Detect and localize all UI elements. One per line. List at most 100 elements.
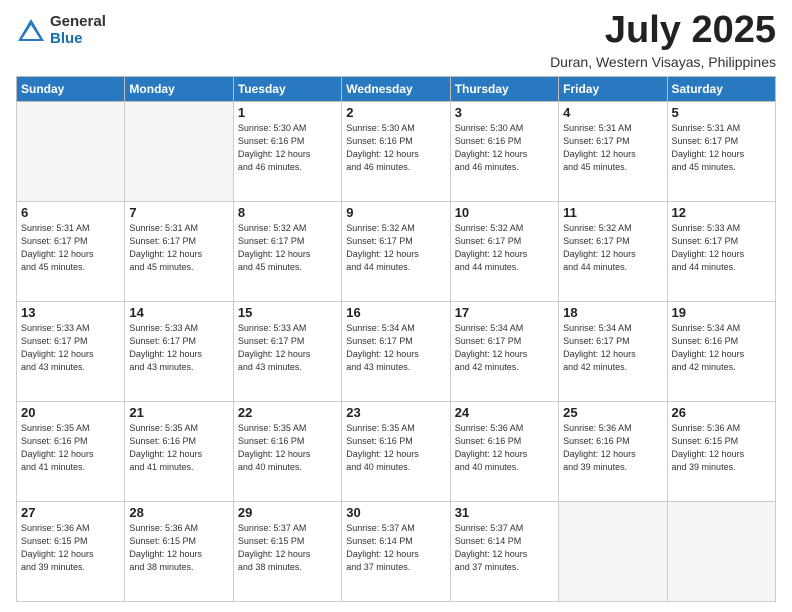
table-row: 16Sunrise: 5:34 AM Sunset: 6:17 PM Dayli… bbox=[342, 301, 450, 401]
day-info: Sunrise: 5:34 AM Sunset: 6:17 PM Dayligh… bbox=[346, 322, 445, 374]
day-number: 1 bbox=[238, 105, 337, 120]
day-info: Sunrise: 5:31 AM Sunset: 6:17 PM Dayligh… bbox=[563, 122, 662, 174]
day-number: 13 bbox=[21, 305, 120, 320]
table-row: 26 Sunrise: 5:36 AM Sunset: 6:15 PM Dayli… bbox=[667, 401, 775, 501]
table-row: 7 Sunrise: 5:31 AM Sunset: 6:17 PM Daylig… bbox=[125, 201, 233, 301]
day-number: 5 bbox=[672, 105, 771, 120]
col-wednesday: Wednesday bbox=[342, 76, 450, 101]
day-number: 3 bbox=[455, 105, 554, 120]
day-number: 15 bbox=[238, 305, 337, 320]
day-info: Sunrise: 5:36 AM Sunset: 6:16 PM Dayligh… bbox=[563, 422, 662, 474]
day-number: 7 bbox=[129, 205, 228, 220]
day-number: 14 bbox=[129, 305, 228, 320]
day-number: 10 bbox=[455, 205, 554, 220]
title-location: Duran, Western Visayas, Philippines bbox=[550, 54, 776, 70]
day-number: 27 bbox=[21, 505, 120, 520]
table-row: 17 Sunrise: 5:34 AM Sunset: 6:17 PM Dayli… bbox=[450, 301, 558, 401]
day-number: 17 bbox=[455, 305, 554, 320]
day-info: Sunrise: 5:31 AM Sunset: 6:17 PM Dayligh… bbox=[672, 122, 771, 174]
table-row: 24 Sunrise: 5:36 AM Sunset: 6:16 PM Dayli… bbox=[450, 401, 558, 501]
table-row bbox=[17, 101, 125, 201]
day-info: Sunrise: 5:30 AM Sunset: 6:16 PM Dayligh… bbox=[455, 122, 554, 174]
logo-icon bbox=[16, 17, 46, 45]
day-number: 26 bbox=[672, 405, 771, 420]
calendar-week-row: 13 Sunrise: 5:33 AM Sunset: 6:17 PM Dayli… bbox=[17, 301, 776, 401]
day-info: Sunrise: 5:31 AM Sunset: 6:17 PM Dayligh… bbox=[21, 222, 120, 274]
table-row: 8Sunrise: 5:32 AM Sunset: 6:17 PM Daylig… bbox=[233, 201, 341, 301]
table-row: 27 Sunrise: 5:36 AM Sunset: 6:15 PM Dayli… bbox=[17, 501, 125, 601]
table-row: 22Sunrise: 5:35 AM Sunset: 6:16 PM Dayli… bbox=[233, 401, 341, 501]
day-info: Sunrise: 5:36 AM Sunset: 6:15 PM Dayligh… bbox=[21, 522, 120, 574]
table-row: 25 Sunrise: 5:36 AM Sunset: 6:16 PM Dayli… bbox=[559, 401, 667, 501]
logo: General Blue bbox=[16, 14, 106, 47]
day-info: Sunrise: 5:30 AM Sunset: 6:16 PM Dayligh… bbox=[346, 122, 445, 174]
day-info: Sunrise: 5:32 AM Sunset: 6:17 PM Dayligh… bbox=[238, 222, 337, 274]
day-info: Sunrise: 5:32 AM Sunset: 6:17 PM Dayligh… bbox=[563, 222, 662, 274]
day-number: 21 bbox=[129, 405, 228, 420]
day-info: Sunrise: 5:30 AM Sunset: 6:16 PM Dayligh… bbox=[238, 122, 337, 174]
day-number: 19 bbox=[672, 305, 771, 320]
logo-blue-text: Blue bbox=[50, 31, 106, 48]
day-info: Sunrise: 5:36 AM Sunset: 6:16 PM Dayligh… bbox=[455, 422, 554, 474]
day-info: Sunrise: 5:34 AM Sunset: 6:16 PM Dayligh… bbox=[672, 322, 771, 374]
table-row: 30 Sunrise: 5:37 AM Sunset: 6:14 PM Dayli… bbox=[342, 501, 450, 601]
table-row: 3 Sunrise: 5:30 AM Sunset: 6:16 PM Daylig… bbox=[450, 101, 558, 201]
table-row: 13Sunrise: 5:33 AM Sunset: 6:17 PM Dayli… bbox=[17, 301, 125, 401]
col-sunday: Sunday bbox=[17, 76, 125, 101]
day-number: 9 bbox=[346, 205, 445, 220]
day-number: 30 bbox=[346, 505, 445, 520]
table-row: 29 Sunrise: 5:37 AM Sunset: 6:15 PM Dayli… bbox=[233, 501, 341, 601]
day-info: Sunrise: 5:33 AM Sunset: 6:17 PM Dayligh… bbox=[238, 322, 337, 374]
day-info: Sunrise: 5:36 AM Sunset: 6:15 PM Dayligh… bbox=[672, 422, 771, 474]
table-row: 1 Sunrise: 5:30 AM Sunset: 6:16 PM Daylig… bbox=[233, 101, 341, 201]
day-number: 31 bbox=[455, 505, 554, 520]
page: General Blue July 2025 Duran, Western Vi… bbox=[0, 0, 792, 612]
calendar-week-row: 27 Sunrise: 5:36 AM Sunset: 6:15 PM Dayli… bbox=[17, 501, 776, 601]
logo-text: General Blue bbox=[50, 14, 106, 47]
table-row: 10 Sunrise: 5:32 AM Sunset: 6:17 PM Dayli… bbox=[450, 201, 558, 301]
table-row: 2Sunrise: 5:30 AM Sunset: 6:16 PM Daylig… bbox=[342, 101, 450, 201]
col-thursday: Thursday bbox=[450, 76, 558, 101]
day-info: Sunrise: 5:35 AM Sunset: 6:16 PM Dayligh… bbox=[346, 422, 445, 474]
table-row: 21 Sunrise: 5:35 AM Sunset: 6:16 PM Dayli… bbox=[125, 401, 233, 501]
table-row: 9 Sunrise: 5:32 AM Sunset: 6:17 PM Daylig… bbox=[342, 201, 450, 301]
day-number: 29 bbox=[238, 505, 337, 520]
title-area: July 2025 Duran, Western Visayas, Philip… bbox=[550, 10, 776, 70]
day-number: 25 bbox=[563, 405, 662, 420]
day-number: 23 bbox=[346, 405, 445, 420]
table-row: 28Sunrise: 5:36 AM Sunset: 6:15 PM Dayli… bbox=[125, 501, 233, 601]
logo-general-text: General bbox=[50, 14, 106, 31]
day-info: Sunrise: 5:37 AM Sunset: 6:14 PM Dayligh… bbox=[455, 522, 554, 574]
day-info: Sunrise: 5:31 AM Sunset: 6:17 PM Dayligh… bbox=[129, 222, 228, 274]
table-row bbox=[667, 501, 775, 601]
col-friday: Friday bbox=[559, 76, 667, 101]
day-info: Sunrise: 5:35 AM Sunset: 6:16 PM Dayligh… bbox=[238, 422, 337, 474]
title-month: July 2025 bbox=[550, 10, 776, 52]
table-row: 6 Sunrise: 5:31 AM Sunset: 6:17 PM Daylig… bbox=[17, 201, 125, 301]
day-number: 20 bbox=[21, 405, 120, 420]
table-row: 31 Sunrise: 5:37 AM Sunset: 6:14 PM Dayli… bbox=[450, 501, 558, 601]
day-number: 6 bbox=[21, 205, 120, 220]
table-row: 14Sunrise: 5:33 AM Sunset: 6:17 PM Dayli… bbox=[125, 301, 233, 401]
table-row: 23 Sunrise: 5:35 AM Sunset: 6:16 PM Dayli… bbox=[342, 401, 450, 501]
day-number: 18 bbox=[563, 305, 662, 320]
table-row: 12Sunrise: 5:33 AM Sunset: 6:17 PM Dayli… bbox=[667, 201, 775, 301]
table-row bbox=[559, 501, 667, 601]
table-row: 18Sunrise: 5:34 AM Sunset: 6:17 PM Dayli… bbox=[559, 301, 667, 401]
col-saturday: Saturday bbox=[667, 76, 775, 101]
day-info: Sunrise: 5:32 AM Sunset: 6:17 PM Dayligh… bbox=[346, 222, 445, 274]
col-monday: Monday bbox=[125, 76, 233, 101]
day-info: Sunrise: 5:35 AM Sunset: 6:16 PM Dayligh… bbox=[21, 422, 120, 474]
day-number: 12 bbox=[672, 205, 771, 220]
col-tuesday: Tuesday bbox=[233, 76, 341, 101]
day-info: Sunrise: 5:37 AM Sunset: 6:15 PM Dayligh… bbox=[238, 522, 337, 574]
day-info: Sunrise: 5:32 AM Sunset: 6:17 PM Dayligh… bbox=[455, 222, 554, 274]
day-info: Sunrise: 5:34 AM Sunset: 6:17 PM Dayligh… bbox=[455, 322, 554, 374]
day-info: Sunrise: 5:37 AM Sunset: 6:14 PM Dayligh… bbox=[346, 522, 445, 574]
table-row bbox=[125, 101, 233, 201]
table-row: 5 Sunrise: 5:31 AM Sunset: 6:17 PM Daylig… bbox=[667, 101, 775, 201]
table-row: 20 Sunrise: 5:35 AM Sunset: 6:16 PM Dayli… bbox=[17, 401, 125, 501]
day-number: 24 bbox=[455, 405, 554, 420]
day-info: Sunrise: 5:35 AM Sunset: 6:16 PM Dayligh… bbox=[129, 422, 228, 474]
table-row: 15 Sunrise: 5:33 AM Sunset: 6:17 PM Dayli… bbox=[233, 301, 341, 401]
